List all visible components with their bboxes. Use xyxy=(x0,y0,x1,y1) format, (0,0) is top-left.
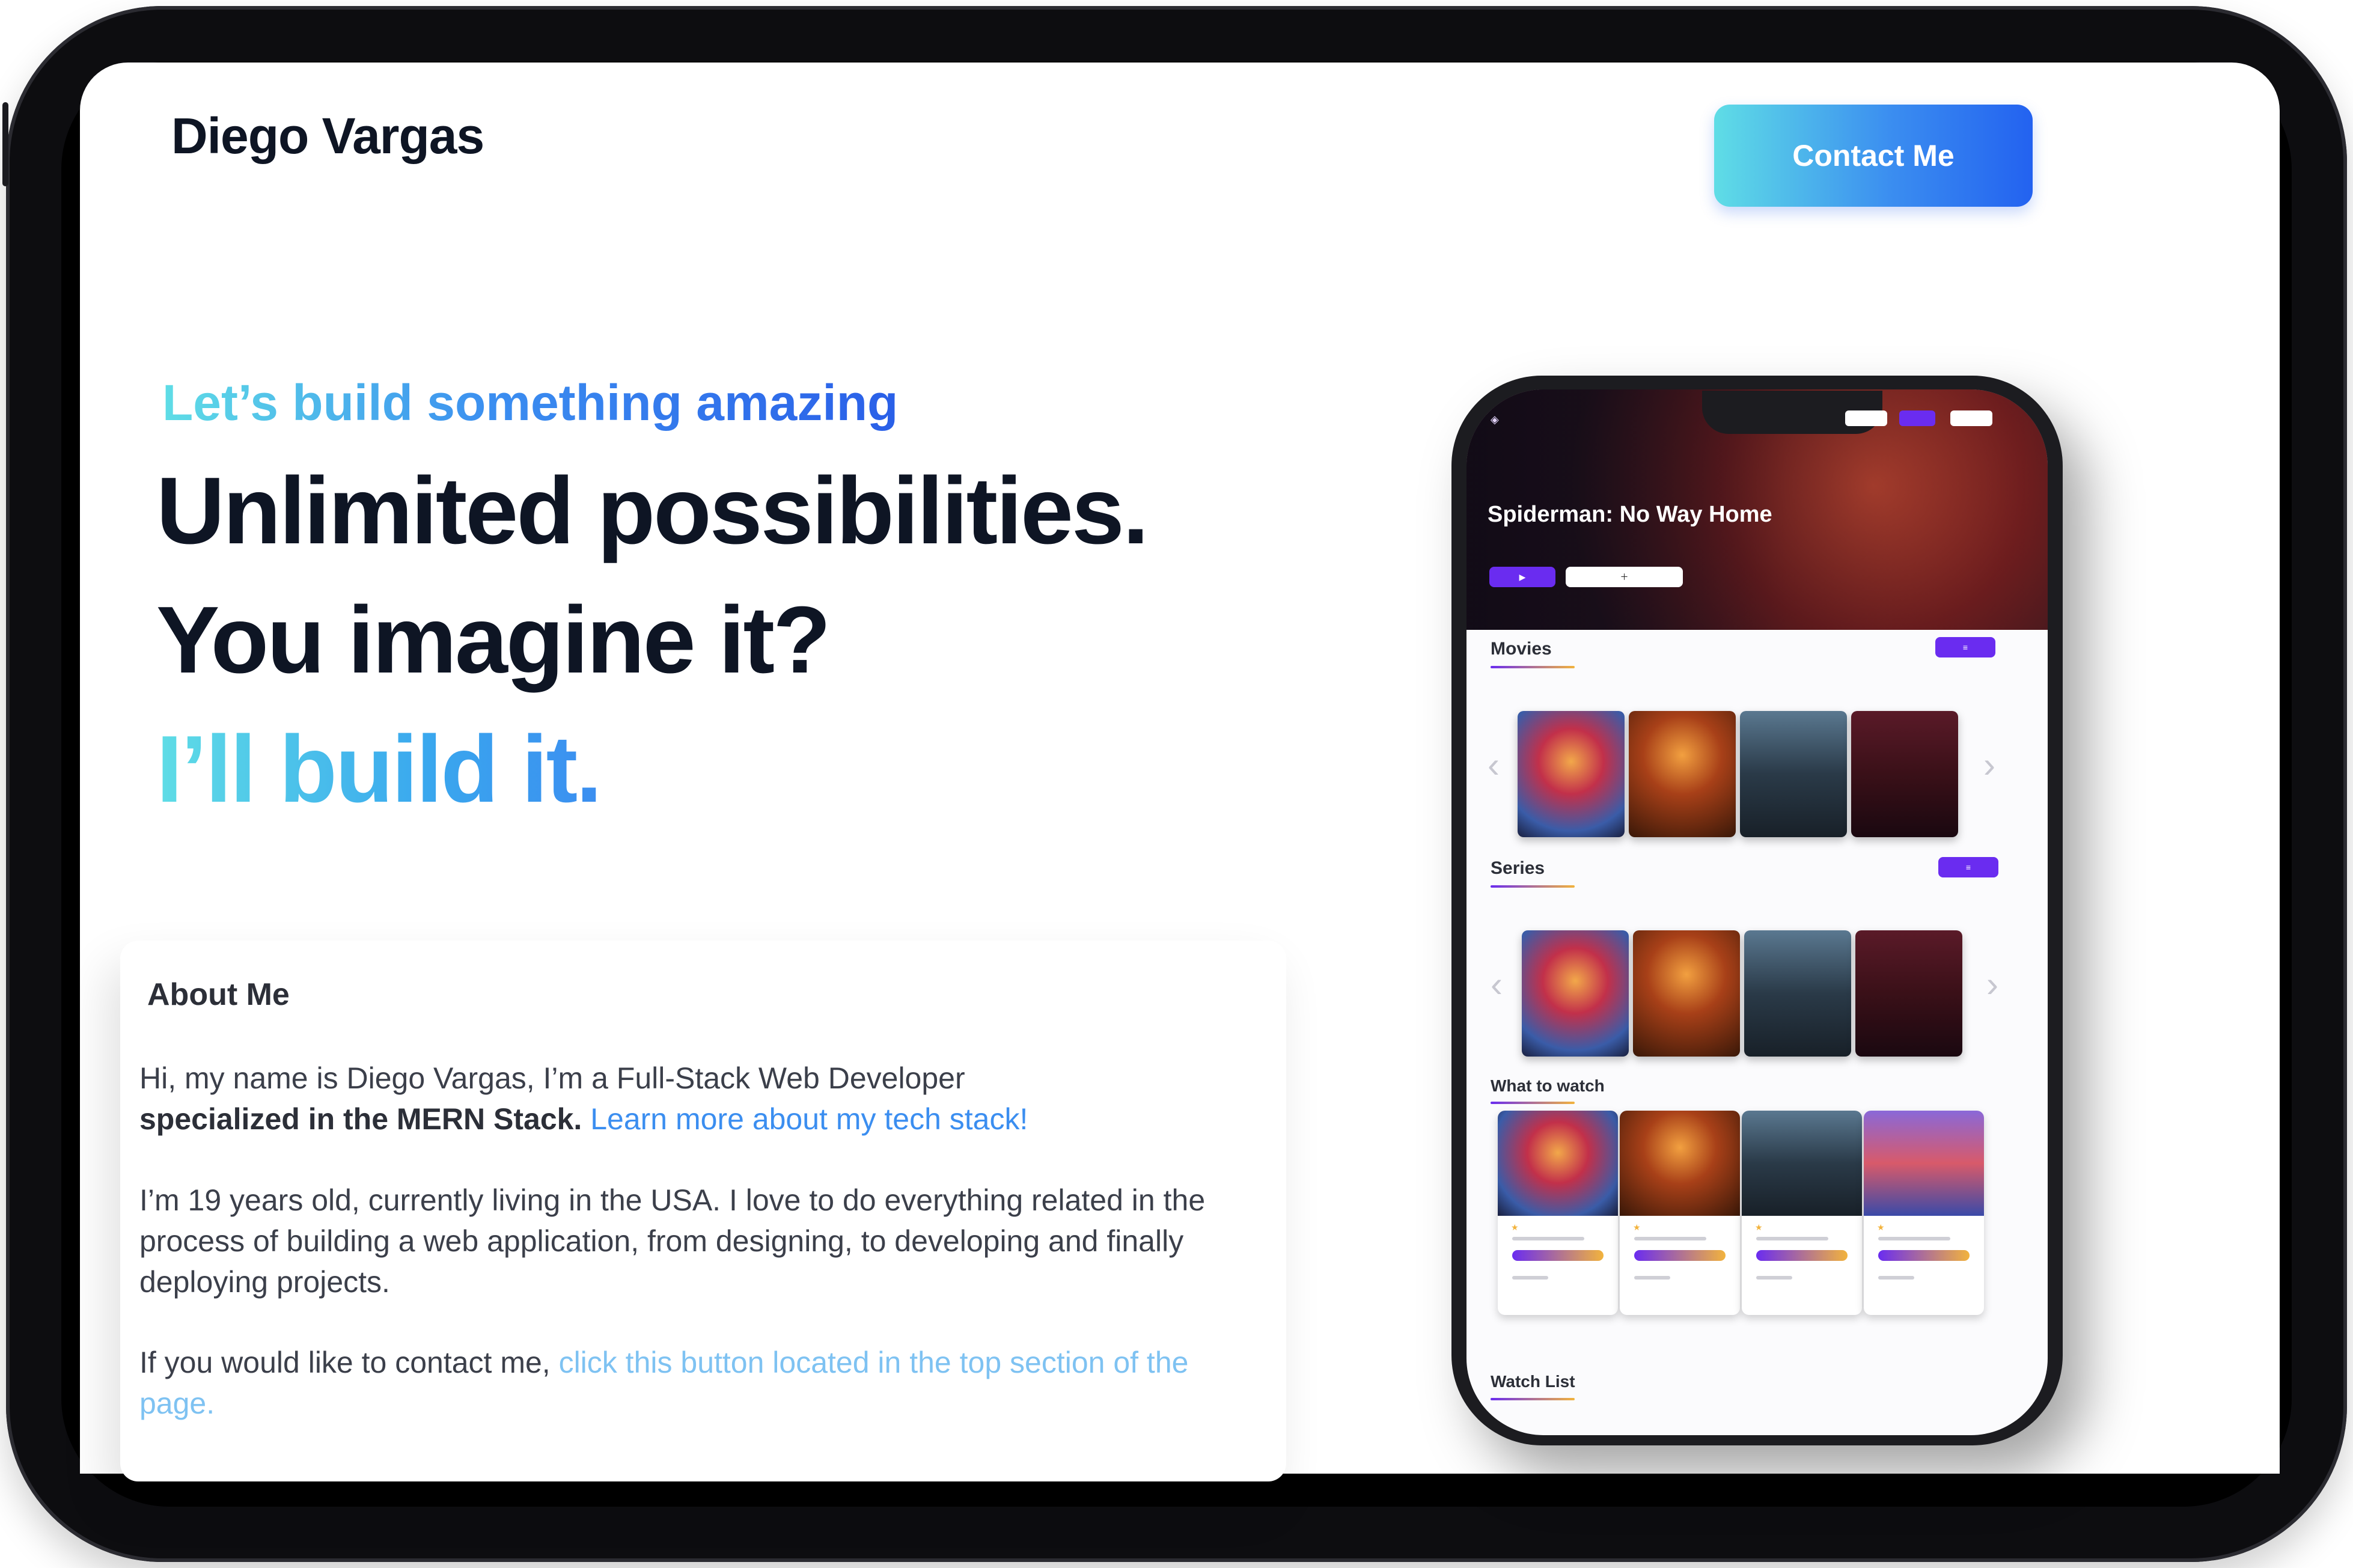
watch-card[interactable]: ★ xyxy=(1620,1111,1740,1315)
section-underline xyxy=(1491,885,1575,888)
series-poster[interactable] xyxy=(1855,930,1962,1057)
app-register-button[interactable] xyxy=(1950,410,1992,426)
watch-card-trailer xyxy=(1756,1276,1792,1280)
movie-poster[interactable] xyxy=(1740,711,1847,837)
watch-card-title xyxy=(1512,1237,1584,1240)
watch-card-trailer xyxy=(1634,1276,1670,1280)
movie-poster[interactable] xyxy=(1851,711,1958,837)
about-intro-text: Hi, my name is Diego Vargas, I’m a Full-… xyxy=(139,1061,965,1095)
watch-card-image xyxy=(1864,1111,1984,1216)
series-filter-button[interactable]: ≡ xyxy=(1938,857,1998,877)
watch-card-button[interactable] xyxy=(1878,1250,1970,1261)
star-icon: ★ xyxy=(1511,1222,1519,1232)
series-poster[interactable] xyxy=(1522,930,1629,1057)
watch-card-image xyxy=(1742,1111,1862,1216)
section-underline xyxy=(1491,1102,1575,1104)
watch-card[interactable]: ★ xyxy=(1498,1111,1618,1315)
app-section-what-to-watch: What to watch xyxy=(1491,1076,1605,1095)
chevron-right-icon[interactable]: › xyxy=(1983,747,1995,783)
chevron-left-icon[interactable]: ‹ xyxy=(1491,966,1503,1002)
star-icon: ★ xyxy=(1877,1222,1885,1232)
about-specialization: specialized in the MERN Stack. xyxy=(139,1102,582,1136)
app-section-movies: Movies xyxy=(1491,639,1552,659)
app-section-series: Series xyxy=(1491,858,1545,878)
section-underline xyxy=(1491,1398,1575,1400)
app-search-button[interactable] xyxy=(1845,410,1887,426)
about-contact-text: If you would like to contact me, xyxy=(139,1346,551,1379)
watch-card-trailer xyxy=(1512,1276,1548,1280)
hero-headline-3: I’ll build it. xyxy=(156,715,602,824)
chevron-left-icon[interactable]: ‹ xyxy=(1488,747,1500,783)
app-add-to-watchlist-button[interactable]: ＋ xyxy=(1566,567,1683,587)
watch-card-button[interactable] xyxy=(1756,1250,1848,1261)
star-icon: ★ xyxy=(1633,1222,1641,1232)
app-signin-button[interactable] xyxy=(1899,410,1935,426)
brand-name[interactable]: Diego Vargas xyxy=(171,107,484,165)
watch-card-image xyxy=(1498,1111,1618,1216)
about-paragraph-2: I’m 19 years old, currently living in th… xyxy=(139,1183,1206,1299)
app-watch-button[interactable]: ▶ xyxy=(1489,567,1555,587)
movie-poster[interactable] xyxy=(1629,711,1736,837)
watch-card-title xyxy=(1634,1237,1706,1240)
watch-card-title xyxy=(1878,1237,1950,1240)
watch-card[interactable]: ★ xyxy=(1864,1111,1984,1315)
movies-filter-button[interactable]: ≡ xyxy=(1935,637,1995,657)
section-underline xyxy=(1491,666,1575,668)
star-icon: ★ xyxy=(1755,1222,1763,1232)
chevron-right-icon[interactable]: › xyxy=(1986,966,1998,1002)
hero-tagline: Let’s build something amazing xyxy=(162,374,899,431)
tablet-side-button xyxy=(2,102,8,186)
movie-poster[interactable] xyxy=(1518,711,1625,837)
phone-screen: ◈ Spiderman: No Way Home ▶ ＋ Movies ≡ ‹ … xyxy=(1466,389,2048,1435)
app-logo-icon: ◈ xyxy=(1491,413,1499,426)
about-paragraph-3: If you would like to contact me, click t… xyxy=(139,1342,1221,1424)
about-title: About Me xyxy=(147,977,290,1012)
watch-card-trailer xyxy=(1878,1276,1914,1280)
watch-card-button[interactable] xyxy=(1634,1250,1726,1261)
watch-card-image xyxy=(1620,1111,1740,1216)
watch-card-button[interactable] xyxy=(1512,1250,1604,1261)
series-poster[interactable] xyxy=(1633,930,1740,1057)
series-poster[interactable] xyxy=(1744,930,1851,1057)
watch-card-title xyxy=(1756,1237,1828,1240)
contact-me-button[interactable]: Contact Me xyxy=(1714,105,2033,207)
hero-headline-2: You imagine it? xyxy=(156,587,831,693)
about-paragraph-1: Hi, my name is Diego Vargas, I’m a Full-… xyxy=(139,1058,1221,1139)
hero-headline-1: Unlimited possibilities. xyxy=(156,458,1149,564)
watch-card[interactable]: ★ xyxy=(1742,1111,1862,1315)
tech-stack-link[interactable]: Learn more about my tech stack! xyxy=(590,1102,1028,1136)
app-section-watch-list: Watch List xyxy=(1491,1372,1575,1391)
app-hero-title: Spiderman: No Way Home xyxy=(1488,502,1772,527)
